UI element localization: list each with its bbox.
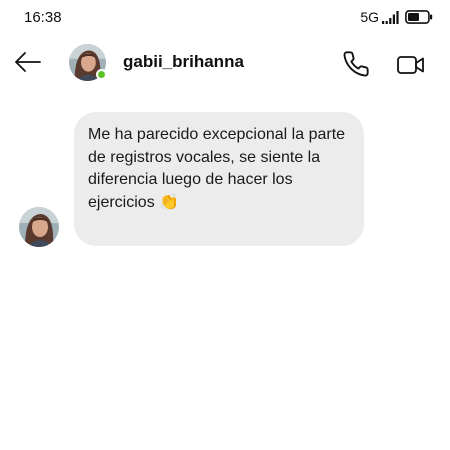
- signal-icon: [382, 11, 399, 24]
- status-time: 16:38: [24, 9, 62, 26]
- header-avatar[interactable]: [69, 44, 107, 82]
- back-button[interactable]: [12, 48, 44, 76]
- network-type: 5G: [360, 9, 379, 25]
- phone-icon: [343, 51, 369, 77]
- username[interactable]: gabii_brihanna: [123, 52, 244, 72]
- back-arrow-icon: [15, 52, 41, 72]
- message-text: Me ha parecido excepcional la parte de r…: [88, 126, 350, 211]
- chat-header: gabii_brihanna: [0, 40, 450, 86]
- online-status-dot: [96, 69, 107, 80]
- message-sender-avatar[interactable]: [19, 207, 59, 247]
- status-bar: 16:38 5G: [0, 0, 450, 34]
- status-indicators: 5G: [360, 9, 433, 25]
- video-call-button[interactable]: [395, 49, 427, 81]
- video-camera-icon: [397, 56, 424, 74]
- voice-call-button[interactable]: [340, 48, 372, 80]
- message-bubble[interactable]: Me ha parecido excepcional la parte de r…: [74, 112, 364, 246]
- battery-icon: [405, 10, 433, 24]
